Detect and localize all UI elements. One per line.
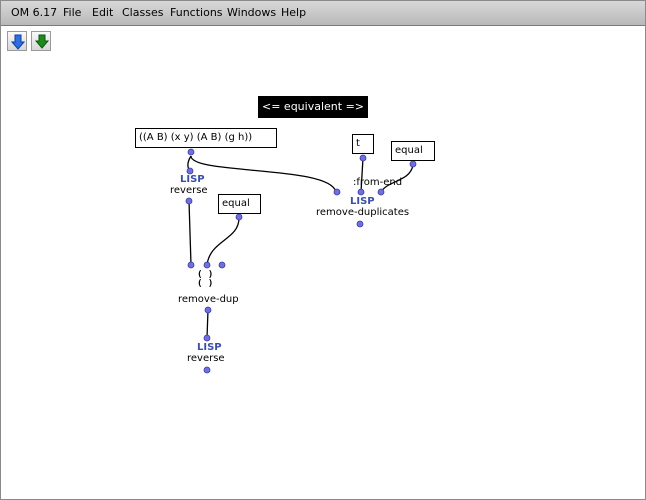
outlet	[204, 306, 212, 314]
outlet	[409, 160, 417, 168]
dup-icon-bottom: ( )	[197, 279, 214, 289]
remove-dup-label[interactable]: remove-dup	[178, 294, 239, 305]
connection	[190, 155, 337, 193]
connection	[206, 217, 240, 266]
lisp-tag-remove-duplicates: LISP	[350, 196, 375, 207]
outlet	[359, 154, 367, 162]
outlet	[187, 148, 195, 156]
inlet	[203, 334, 211, 342]
outlet	[356, 220, 364, 228]
inlet	[377, 188, 385, 196]
inlet	[187, 261, 195, 269]
outlet	[235, 213, 243, 221]
equal-value-box-1[interactable]: equal	[218, 194, 261, 214]
remove-duplicates-label[interactable]: remove-duplicates	[316, 207, 409, 218]
connection	[206, 309, 209, 339]
outlet	[185, 197, 193, 205]
equivalent-comment[interactable]: <= equivalent =>	[258, 96, 368, 118]
outlet	[203, 366, 211, 374]
inlet	[333, 188, 341, 196]
connection	[188, 200, 192, 266]
t-value-box[interactable]: t	[352, 134, 374, 154]
inlet	[357, 188, 365, 196]
inlet	[203, 261, 211, 269]
patch-connections	[185, 148, 417, 374]
reverse-box-label-2[interactable]: reverse	[187, 353, 225, 364]
from-end-keyword[interactable]: :from-end	[353, 177, 402, 188]
equal-value-box-2[interactable]: equal	[391, 141, 435, 161]
reverse-box-label[interactable]: reverse	[170, 185, 208, 196]
lisp-tag-reverse-2: LISP	[197, 342, 222, 353]
lisp-tag-reverse-1: LISP	[180, 174, 205, 185]
inlet	[218, 261, 226, 269]
list-value-box[interactable]: ((A B) (x y) (A B) (g h))	[135, 128, 277, 148]
remove-dup-icon: ( ) ( )	[197, 271, 213, 289]
